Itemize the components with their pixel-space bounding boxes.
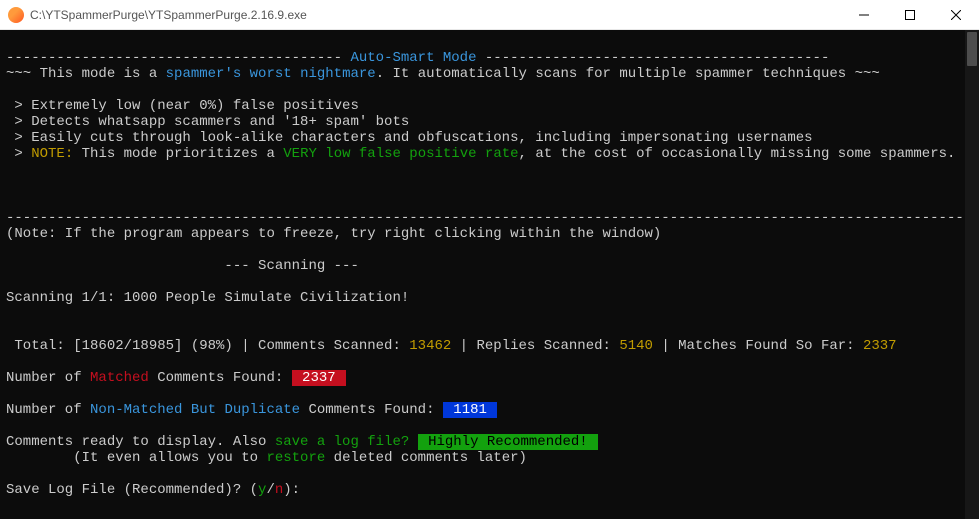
text-line: ~~~ This mode is a spammer's worst night… <box>6 66 880 82</box>
ready-line: Comments ready to display. Also save a l… <box>6 434 598 450</box>
divider-line: ----------------------------------------… <box>6 210 979 226</box>
restore-line: (It even allows you to restore deleted c… <box>6 450 527 466</box>
matched-count-badge: 2337 <box>292 370 346 386</box>
bullet-line: > NOTE: This mode prioritizes a VERY low… <box>6 146 955 162</box>
bullet-line: > Easily cuts through look-alike charact… <box>6 130 813 146</box>
close-button[interactable] <box>933 0 979 29</box>
text-line: ----------------------------------------… <box>6 50 829 66</box>
scrollbar[interactable] <box>965 30 979 519</box>
cursor <box>300 482 308 498</box>
scrollbar-thumb[interactable] <box>967 32 977 66</box>
duplicate-count-badge: 1181 <box>443 402 497 418</box>
window-title: C:\YTSpammerPurge\YTSpammerPurge.2.16.9.… <box>30 8 841 22</box>
scanning-target: Scanning 1/1: 1000 People Simulate Civil… <box>6 290 409 306</box>
bullet-line: > Detects whatsapp scammers and '18+ spa… <box>6 114 409 130</box>
bullet-line: > Extremely low (near 0%) false positive… <box>6 98 359 114</box>
scanning-header: --- Scanning --- <box>6 258 359 274</box>
terminal-area[interactable]: ----------------------------------------… <box>0 30 979 519</box>
terminal-content: ----------------------------------------… <box>0 30 979 502</box>
matched-line: Number of Matched Comments Found: 2337 <box>6 370 346 386</box>
nonmatched-line: Number of Non-Matched But Duplicate Comm… <box>6 402 497 418</box>
maximize-button[interactable] <box>887 0 933 29</box>
minimize-button[interactable] <box>841 0 887 29</box>
window-controls <box>841 0 979 29</box>
stats-line: Total: [18602/18985] (98%) | Comments Sc… <box>6 338 897 354</box>
recommended-badge: Highly Recommended! <box>418 434 598 450</box>
window-titlebar: C:\YTSpammerPurge\YTSpammerPurge.2.16.9.… <box>0 0 979 30</box>
app-icon <box>8 7 24 23</box>
freeze-note: (Note: If the program appears to freeze,… <box>6 226 661 242</box>
prompt-line[interactable]: Save Log File (Recommended)? (y/n): <box>6 482 308 498</box>
